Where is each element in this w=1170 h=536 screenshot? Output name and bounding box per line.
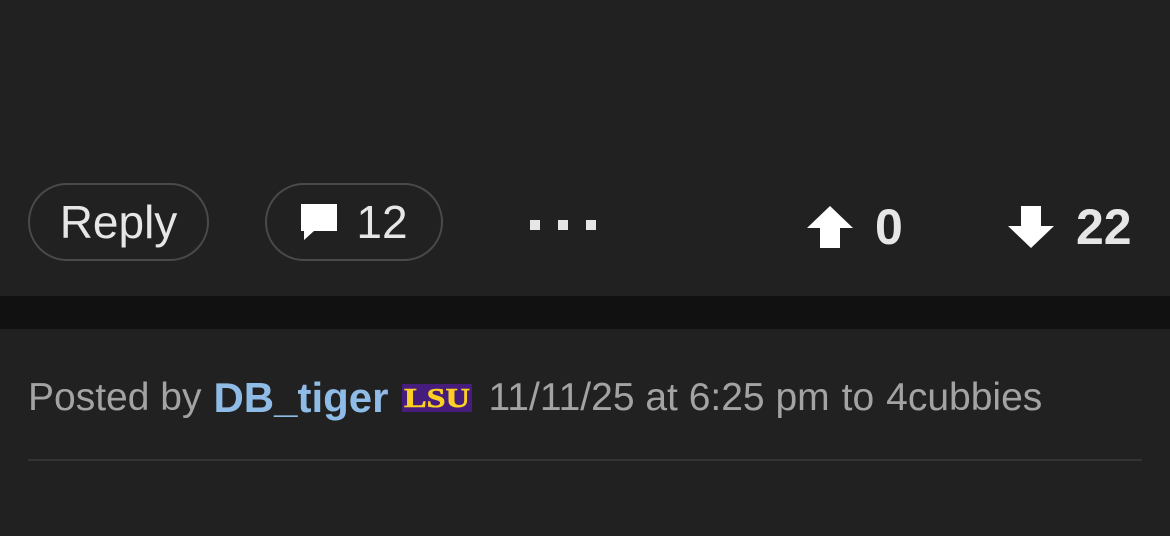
downvote-button[interactable]: 22 (1006, 196, 1132, 258)
comment-count: 12 (356, 196, 408, 248)
reply-button[interactable]: Reply (28, 183, 209, 261)
reply-button-label: Reply (59, 196, 178, 248)
more-dot (586, 220, 596, 230)
posted-by-label: Posted by (28, 376, 202, 419)
comment-bubble-icon (301, 204, 338, 240)
post-meta-line: Posted by DB_tiger LSU 11/11/25 at 6:25 … (28, 370, 1042, 426)
more-options-button[interactable] (530, 218, 602, 232)
arrow-up-icon (807, 206, 853, 248)
recipient-link[interactable]: 4cubbies (886, 376, 1042, 420)
post-divider (0, 296, 1170, 329)
post-action-bar: Reply 12 0 22 (0, 0, 1170, 296)
arrow-down-icon (1008, 206, 1054, 248)
upvote-button[interactable]: 0 (805, 196, 903, 258)
page: Reply 12 0 22 Posted by DB_tiger LSU 11/… (0, 0, 1170, 536)
more-dot (558, 220, 568, 230)
author-link[interactable]: DB_tiger (213, 374, 388, 422)
to-label: to (841, 376, 875, 419)
lsu-team-logo: LSU (401, 383, 472, 413)
more-dot (530, 220, 540, 230)
post-timestamp: 11/11/25 at 6:25 pm (488, 376, 830, 419)
separator-line (28, 459, 1142, 461)
svg-text:LSU: LSU (404, 383, 470, 413)
upvote-count: 0 (875, 199, 903, 255)
comments-button[interactable]: 12 (265, 183, 443, 261)
downvote-count: 22 (1076, 199, 1132, 255)
